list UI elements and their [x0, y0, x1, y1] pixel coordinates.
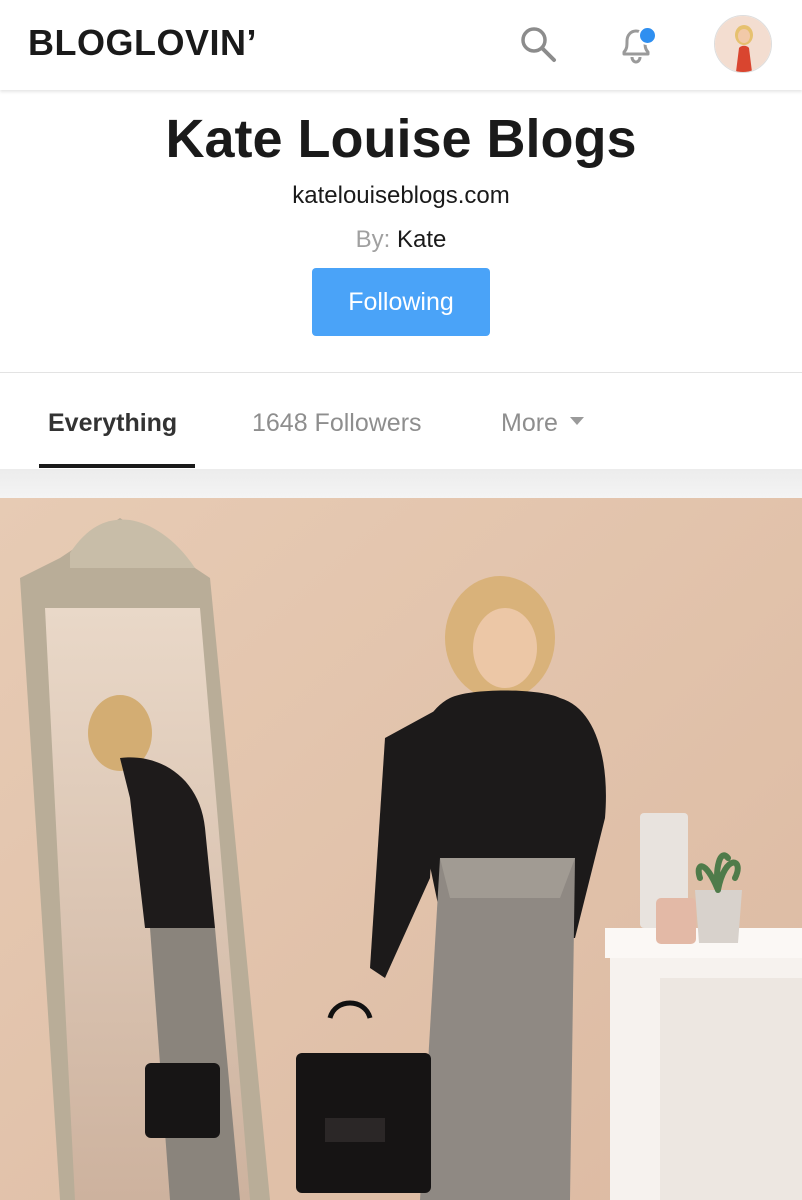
following-button[interactable]: Following — [312, 268, 490, 336]
chevron-down-icon — [569, 417, 584, 425]
post-photo[interactable] — [0, 498, 802, 1200]
tab-followers[interactable]: 1648 Followers — [252, 405, 422, 441]
bloglovin-logo[interactable]: BLOGLOVIN’ — [28, 22, 257, 64]
blog-title: Kate Louise Blogs — [165, 109, 637, 169]
search-icon[interactable] — [518, 24, 560, 66]
blog-profile-header: Kate Louise Blogs katelouiseblogs.com By… — [0, 90, 802, 372]
profile-tabs: Everything 1648 Followers More — [0, 373, 802, 469]
active-tab-indicator — [39, 464, 195, 468]
top-navigation-bar: BLOGLOVIN’ — [0, 0, 802, 90]
tab-everything[interactable]: Everything — [48, 405, 177, 441]
notification-badge — [638, 26, 657, 45]
author-name[interactable]: Kate — [397, 226, 446, 253]
notifications-button[interactable] — [614, 22, 658, 66]
tabs-separator — [0, 469, 802, 499]
tab-more-label: More — [501, 409, 558, 437]
tab-more[interactable]: More — [501, 405, 584, 441]
by-label: By: — [355, 226, 391, 253]
blog-url-link[interactable]: katelouiseblogs.com — [0, 182, 802, 210]
avatar[interactable] — [714, 15, 772, 73]
byline: By: Kate — [0, 226, 802, 254]
